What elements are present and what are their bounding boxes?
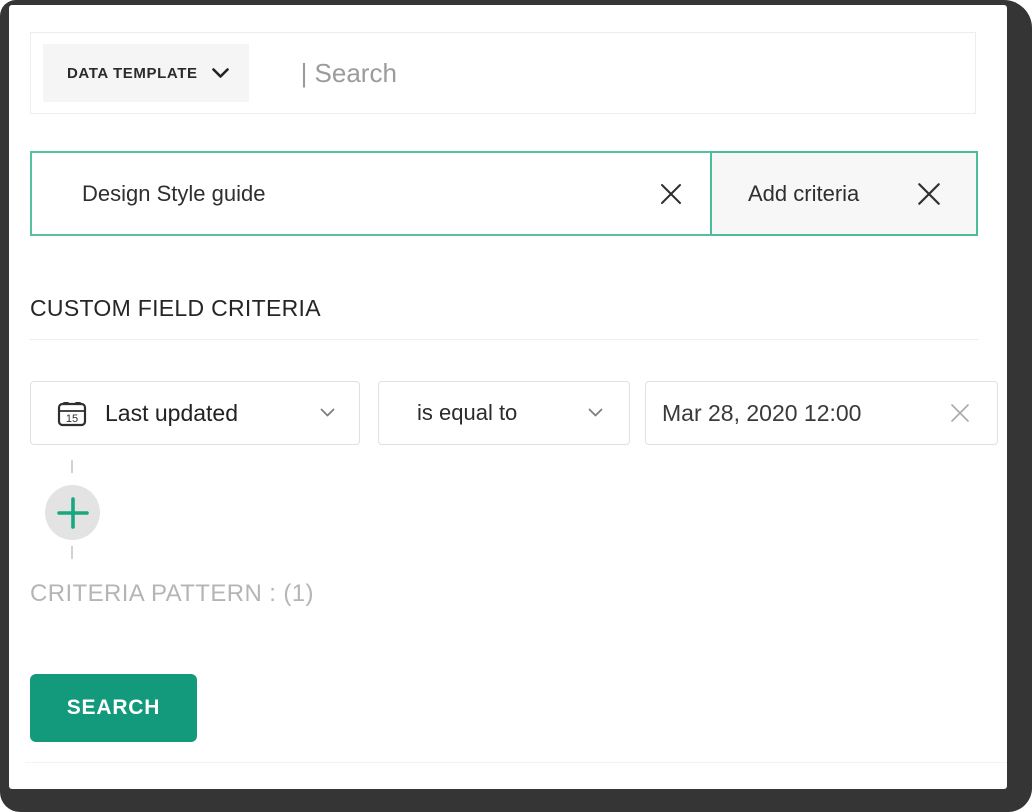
calendar-icon: 15 [57, 400, 87, 427]
filter-bar: Design Style guide Add criteria [30, 151, 978, 236]
close-icon [948, 401, 972, 425]
section-title: CUSTOM FIELD CRITERIA [30, 295, 321, 322]
remove-criteria-button[interactable] [916, 181, 942, 207]
close-icon [916, 181, 942, 207]
add-criteria-row-button[interactable] [45, 485, 100, 540]
field-select-label: Last updated [105, 400, 238, 427]
date-value-input[interactable]: Mar 28, 2020 12:00 [645, 381, 998, 445]
criteria-row: 15 Last updated is equal to Mar 28, 2020… [30, 381, 998, 445]
add-criteria-label: Add criteria [748, 181, 859, 207]
data-template-dropdown[interactable]: DATA TEMPLATE [43, 44, 249, 102]
search-button[interactable]: SEARCH [30, 674, 197, 742]
section-divider [30, 339, 978, 340]
chevron-down-icon [320, 408, 335, 418]
date-value-text: Mar 28, 2020 12:00 [662, 400, 861, 427]
operator-select[interactable]: is equal to [378, 381, 630, 445]
plus-icon [55, 495, 91, 531]
query-input[interactable]: Design Style guide [30, 151, 712, 236]
operator-select-label: is equal to [417, 400, 517, 426]
connector-dash [71, 460, 73, 473]
close-icon [659, 182, 683, 206]
chevron-down-icon [212, 68, 229, 79]
data-template-label: DATA TEMPLATE [67, 65, 198, 82]
query-value: Design Style guide [82, 181, 658, 207]
calendar-day-label: 15 [66, 413, 78, 425]
add-criteria-chip[interactable]: Add criteria [710, 151, 978, 236]
chevron-down-icon [588, 408, 603, 418]
top-search-bar: DATA TEMPLATE | Search [30, 32, 976, 114]
connector-dash [71, 546, 73, 559]
field-select[interactable]: 15 Last updated [30, 381, 360, 445]
clear-query-button[interactable] [658, 181, 684, 207]
criteria-pattern-label: CRITERIA PATTERN : (1) [30, 580, 314, 608]
footer-divider [25, 762, 1007, 763]
search-input[interactable]: | Search [301, 58, 397, 89]
search-panel: DATA TEMPLATE | Search Design Style guid… [9, 5, 1007, 789]
clear-date-button[interactable] [947, 400, 973, 426]
window-frame: DATA TEMPLATE | Search Design Style guid… [0, 0, 1032, 812]
